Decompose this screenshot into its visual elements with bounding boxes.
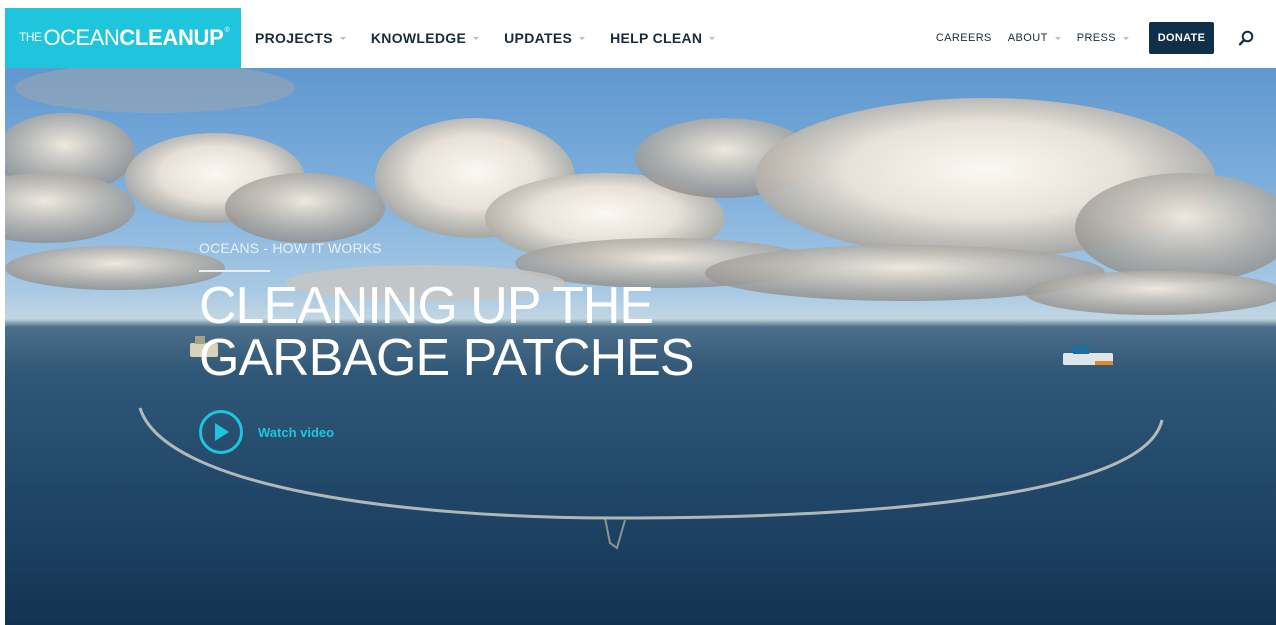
search-icon[interactable]: [1236, 28, 1256, 48]
donate-button[interactable]: DONATE: [1149, 22, 1214, 54]
nav-item-press[interactable]: PRESS: [1077, 32, 1129, 44]
chevron-down-icon: [473, 36, 480, 40]
nav-item-label: ABOUT: [1007, 32, 1048, 44]
nav-item-updates[interactable]: UPDATES: [504, 30, 586, 46]
nav-item-label: PRESS: [1076, 32, 1116, 44]
hero-kicker[interactable]: OCEANS - HOW IT WORKS: [199, 240, 382, 256]
logo-cleanup: CLEANUP: [119, 25, 224, 50]
secondary-menu: CAREERS ABOUT PRESS DONATE: [936, 8, 1276, 68]
nav-item-knowledge[interactable]: KNOWLEDGE: [370, 30, 480, 46]
page-frame: THE OCEAN CLEANUP ® PROJECTS KNOWLEDGE U…: [5, 8, 1276, 625]
top-navigation: THE OCEAN CLEANUP ® PROJECTS KNOWLEDGE U…: [5, 8, 1276, 68]
nav-item-label: HELP CLEAN: [610, 30, 703, 46]
watch-video-button[interactable]: Watch video: [199, 410, 334, 454]
hero-title: CLEANING UP THE GARBAGE PATCHES: [199, 280, 899, 384]
logo-ocean: OCEAN: [43, 25, 120, 50]
hero-title-line-2: GARBAGE PATCHES: [199, 329, 695, 387]
nav-item-label: UPDATES: [504, 30, 573, 46]
logo-registered-mark: ®: [224, 26, 230, 34]
chevron-down-icon: [1054, 36, 1061, 40]
ocean-cleanup-logo[interactable]: THE OCEAN CLEANUP ®: [5, 8, 241, 68]
nav-item-help-clean[interactable]: HELP CLEAN: [610, 30, 716, 46]
chevron-down-icon: [1123, 36, 1129, 40]
main-menu: PROJECTS KNOWLEDGE UPDATES HELP CLEAN: [255, 8, 740, 68]
nav-item-label: KNOWLEDGE: [370, 30, 467, 46]
nav-item-label: CAREERS: [935, 32, 992, 44]
logo-the: THE: [19, 30, 42, 44]
chevron-down-icon: [339, 36, 346, 40]
hero-title-line-1: CLEANING UP THE: [199, 277, 654, 335]
nav-item-label: PROJECTS: [255, 30, 333, 46]
kicker-divider: [199, 270, 270, 272]
hero-banner: OCEANS - HOW IT WORKS CLEANING UP THE GA…: [5, 68, 1276, 625]
play-icon[interactable]: [199, 410, 243, 454]
nav-item-careers[interactable]: CAREERS: [936, 32, 992, 44]
chevron-down-icon: [709, 36, 716, 40]
chevron-down-icon: [579, 36, 586, 40]
nav-item-projects[interactable]: PROJECTS: [255, 30, 346, 46]
watch-video-label[interactable]: Watch video: [258, 425, 334, 440]
nav-item-about[interactable]: ABOUT: [1008, 32, 1061, 44]
